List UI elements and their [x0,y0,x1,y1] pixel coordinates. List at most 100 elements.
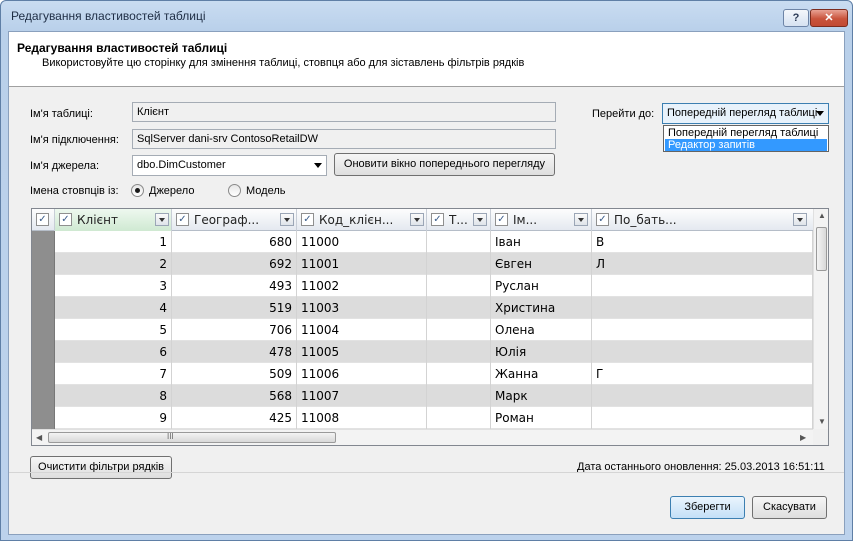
filter-dropdown-icon[interactable] [280,213,294,226]
table-name-field[interactable]: Клієнт [132,102,556,122]
row-selector[interactable] [32,253,55,275]
table-row[interactable]: 2 692 11001 Євген Л [32,253,813,275]
chevron-down-icon [314,163,322,168]
table-row[interactable]: 9 425 11008 Роман [32,407,813,429]
grid-cell: Руслан [491,275,592,297]
clear-row-filters-button[interactable]: Очистити фільтри рядків [30,456,172,479]
filter-dropdown-icon[interactable] [410,213,424,226]
scroll-corner [813,429,828,445]
col-title-4: Ім... [513,213,538,227]
radio-source[interactable] [131,184,144,197]
radio-model[interactable] [228,184,241,197]
grid-cell [427,385,491,407]
grid-cell: 11001 [297,253,427,275]
grid-cell: Юлія [491,341,592,363]
grid-cell: 9 [55,407,172,429]
grid-cell: 8 [55,385,172,407]
grid-cell [592,407,813,429]
col-header-4[interactable]: ✓ Ім... [491,209,592,231]
row-selector[interactable] [32,231,55,253]
scroll-right-icon[interactable]: ▶ [800,433,806,442]
horizontal-scrollbar[interactable]: ◀ III ▶ [32,429,813,445]
grid-cell: 493 [172,275,297,297]
grid-cell: 11003 [297,297,427,319]
help-button[interactable]: ? [783,9,809,27]
grid-cell: 519 [172,297,297,319]
col-header-1[interactable]: ✓ Географ... [172,209,297,231]
table-row[interactable]: 8 568 11007 Марк [32,385,813,407]
col-checkbox-0[interactable]: ✓ [59,213,72,226]
col-header-2[interactable]: ✓ Код_клієн... [297,209,427,231]
table-row[interactable]: 7 509 11006 Жанна Г [32,363,813,385]
row-selector[interactable] [32,385,55,407]
grid-cell: 680 [172,231,297,253]
table-row[interactable]: 5 706 11004 Олена [32,319,813,341]
scroll-up-icon[interactable]: ▲ [818,211,826,220]
grid-cell [427,407,491,429]
connection-name-field: SqlServer dani-srv ContosoRetailDW [132,129,556,149]
grid-cell: 5 [55,319,172,341]
row-selector[interactable] [32,407,55,429]
col-checkbox-4[interactable]: ✓ [495,213,508,226]
grid-cell: 2 [55,253,172,275]
col-checkbox-5[interactable]: ✓ [596,213,609,226]
grid-cell [427,253,491,275]
cancel-button[interactable]: Скасувати [752,496,827,519]
source-name-value: dbo.DimCustomer [137,159,226,171]
col-header-3[interactable]: ✓ Т... [427,209,491,231]
row-selector[interactable] [32,275,55,297]
grid-cell [592,297,813,319]
vertical-scrollbar[interactable]: ▲ ▼ [813,209,828,429]
table-name-label: Ім'я таблиці: [30,108,93,120]
filter-dropdown-icon[interactable] [473,213,487,226]
table-row[interactable]: 1 680 11000 Іван В [32,231,813,253]
row-selector[interactable] [32,297,55,319]
dialog-body: Редагування властивостей таблиці Викорис… [8,31,845,535]
table-row[interactable]: 3 493 11002 Руслан [32,275,813,297]
grid-cell: Марк [491,385,592,407]
source-name-label: Ім'я джерела: [30,160,100,172]
radio-source-label: Джерело [149,185,195,197]
col-checkbox-2[interactable]: ✓ [301,213,314,226]
row-selector[interactable] [32,319,55,341]
filter-dropdown-icon[interactable] [793,213,807,226]
goto-value: Попередній перегляд таблиці [667,107,818,119]
goto-select[interactable]: Попередній перегляд таблиці [662,103,829,124]
filter-dropdown-icon[interactable] [155,213,169,226]
dialog-header: Редагування властивостей таблиці Викорис… [9,32,844,87]
vertical-scroll-thumb[interactable] [816,227,827,271]
connection-name-label: Ім'я підключення: [30,134,119,146]
grid-cell: 11000 [297,231,427,253]
scroll-left-icon[interactable]: ◀ [36,433,42,442]
horizontal-scroll-thumb[interactable]: III [48,432,336,443]
grid-cell: Г [592,363,813,385]
goto-option-query-editor[interactable]: Редактор запитів [665,139,827,151]
grid-cell [427,297,491,319]
select-all-checkbox[interactable]: ✓ [36,213,49,226]
goto-option-table-preview[interactable]: Попередній перегляд таблиці [665,127,827,139]
col-title-2: Код_клієн... [319,213,394,227]
close-button[interactable]: ✕ [810,9,848,27]
refresh-preview-button[interactable]: Оновити вікно попереднього перегляду [334,153,555,176]
row-selector[interactable] [32,341,55,363]
save-button[interactable]: Зберегти [670,496,745,519]
header-title: Редагування властивостей таблиці [17,41,228,55]
col-checkbox-3[interactable]: ✓ [431,213,444,226]
grid-cell [427,363,491,385]
grid-cell: Роман [491,407,592,429]
col-header-0[interactable]: ✓ Клієнт [55,209,172,231]
grid-cell: Іван [491,231,592,253]
table-row[interactable]: 4 519 11003 Христина [32,297,813,319]
goto-dropdown-list: Попередній перегляд таблиці Редактор зап… [663,125,829,152]
col-header-5[interactable]: ✓ По_бать... [592,209,813,231]
grid-cell [427,341,491,363]
title-bar: Редагування властивостей таблиці ? ✕ [1,1,852,31]
select-all-cell: ✓ [32,209,55,231]
filter-dropdown-icon[interactable] [574,213,588,226]
row-selector[interactable] [32,363,55,385]
source-name-select[interactable]: dbo.DimCustomer [132,155,327,176]
table-row[interactable]: 6 478 11005 Юлія [32,341,813,363]
chevron-down-icon [816,111,824,116]
col-checkbox-1[interactable]: ✓ [176,213,189,226]
scroll-down-icon[interactable]: ▼ [818,417,826,426]
